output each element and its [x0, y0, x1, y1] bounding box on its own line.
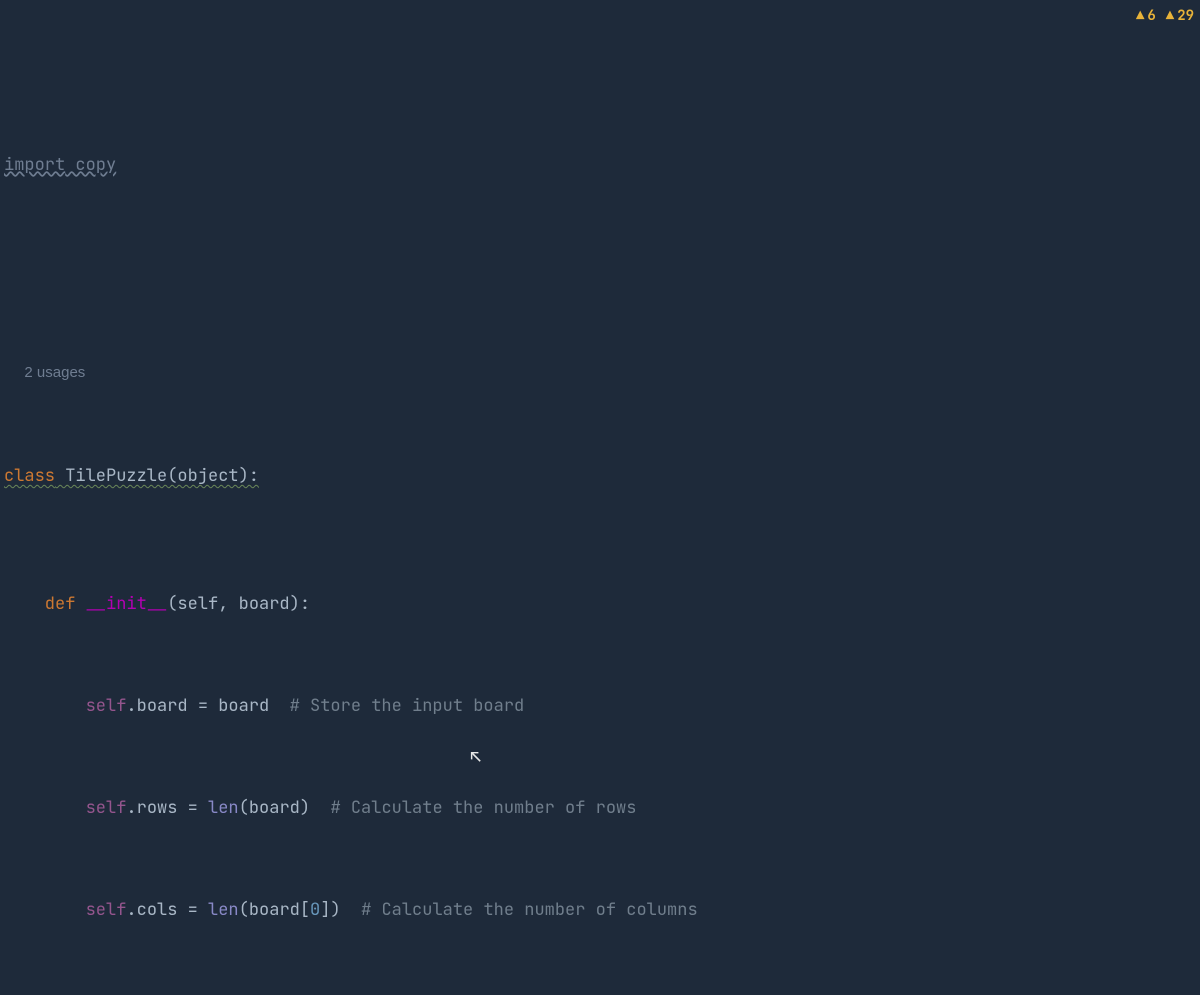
- self-ref: self: [86, 899, 127, 921]
- code-line[interactable]: self.rows = len(board) # Calculate the n…: [4, 796, 1200, 822]
- code-line[interactable]: self.cols = len(board[0]) # Calculate th…: [4, 898, 1200, 924]
- method-init: __init__: [86, 593, 168, 615]
- class-bases: (object):: [167, 465, 259, 487]
- code-line[interactable]: import copy: [4, 153, 1200, 179]
- warning-count: 29: [1177, 4, 1194, 30]
- warning-triangle-icon: ▲: [1136, 4, 1144, 30]
- assign: .cols =: [126, 899, 208, 921]
- keyword-import: import: [4, 154, 65, 176]
- blank-line[interactable]: [4, 255, 1200, 281]
- self-ref: self: [86, 797, 127, 819]
- code-line[interactable]: self.board = board # Store the input boa…: [4, 694, 1200, 720]
- comment: # Calculate the number of columns: [361, 899, 698, 921]
- builtin-len: len: [208, 899, 239, 921]
- args: ]): [320, 899, 361, 921]
- number-literal: 0: [310, 899, 320, 921]
- method-signature: (self, board):: [167, 593, 310, 615]
- error-indicator[interactable]: ▲ 6: [1136, 4, 1156, 30]
- self-ref: self: [86, 695, 127, 717]
- code-line[interactable]: def __init__(self, board):: [4, 592, 1200, 618]
- keyword-def: def: [4, 593, 86, 615]
- keyword-class: class: [4, 465, 55, 487]
- args: (board[: [239, 899, 310, 921]
- comment: # Calculate the number of rows: [330, 797, 636, 819]
- mouse-cursor-icon: ↖: [470, 745, 481, 771]
- code-line[interactable]: class TilePuzzle(object):: [4, 464, 1200, 490]
- code-editor[interactable]: ▲ 6 ▲ 29 import copy 2 usages class Tile…: [0, 0, 1200, 995]
- builtin-len: len: [208, 797, 239, 819]
- assign: .board = board: [126, 695, 289, 717]
- error-count: 6: [1147, 4, 1155, 30]
- assign: .rows =: [126, 797, 208, 819]
- module-name: copy: [65, 154, 116, 176]
- class-name: TilePuzzle: [55, 465, 167, 487]
- comment: # Store the input board: [290, 695, 525, 717]
- warning-triangle-icon: ▲: [1166, 4, 1174, 30]
- inspections-widget[interactable]: ▲ 6 ▲ 29: [1136, 4, 1194, 30]
- warning-indicator[interactable]: ▲ 29: [1166, 4, 1194, 30]
- usage-hint[interactable]: 2 usages: [24, 360, 85, 386]
- args: (board): [239, 797, 331, 819]
